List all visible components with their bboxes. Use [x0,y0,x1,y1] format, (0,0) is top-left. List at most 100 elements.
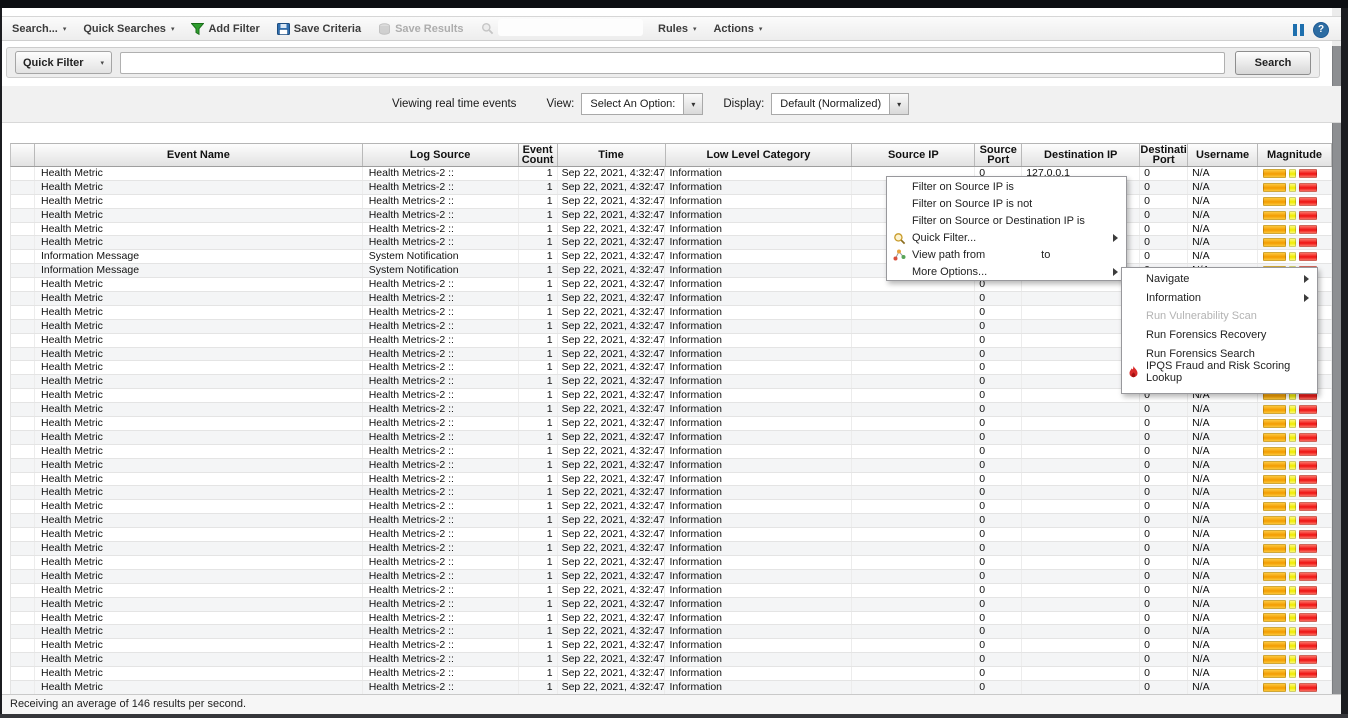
display-select[interactable]: Default (Normalized) ▾ [771,93,909,115]
chevron-down-icon[interactable]: ▾ [889,94,908,114]
cell-source_ip [852,625,975,638]
menu-item-navigate[interactable]: Navigate [1122,270,1317,289]
menu-item-label: Navigate [1146,273,1189,285]
table-row[interactable]: Health MetricHealth Metrics-2 ::1Sep 22,… [11,431,1332,445]
table-row[interactable]: Health MetricHealth Metrics-2 ::1Sep 22,… [11,445,1332,459]
table-row[interactable]: Health MetricHealth Metrics-2 ::1Sep 22,… [11,223,1332,237]
column-header-low_level_category[interactable]: Low Level Category [666,144,853,166]
toolbar-item-quick-searches[interactable]: Quick Searches▾ [83,23,174,35]
table-row[interactable]: Health MetricHealth Metrics-2 ::1Sep 22,… [11,639,1332,653]
cell-destination_port: 0 [1140,639,1188,652]
table-row[interactable]: Health MetricHealth Metrics-2 ::1Sep 22,… [11,195,1332,209]
table-row[interactable]: Health MetricHealth Metrics-2 ::1Sep 22,… [11,612,1332,626]
cell-sel [11,236,35,249]
cell-time: Sep 22, 2021, 4:32:47 PM [558,403,666,416]
table-row[interactable]: Health MetricHealth Metrics-2 ::1Sep 22,… [11,542,1332,556]
column-header-time[interactable]: Time [558,144,666,166]
cell-sel [11,403,35,416]
cell-event_count: 1 [519,598,558,611]
search-button[interactable]: Search [1235,51,1311,75]
table-row[interactable]: Health MetricHealth Metrics-2 ::1Sep 22,… [11,625,1332,639]
view-select[interactable]: Select An Option: ▾ [581,93,703,115]
table-row[interactable]: Health MetricHealth Metrics-2 ::1Sep 22,… [11,167,1332,181]
magnitude-bar [1299,405,1317,414]
filter-input[interactable] [120,52,1225,74]
cell-source_port: 0 [975,570,1022,583]
toolbar-item-actions[interactable]: Actions▾ [713,23,762,35]
column-header-username[interactable]: Username [1188,144,1258,166]
column-header-source_ip[interactable]: Source IP [852,144,975,166]
menu-item-quick-filter[interactable]: Quick Filter... [887,230,1126,247]
cell-low_level_category: Information [665,556,852,569]
table-row[interactable]: Health MetricHealth Metrics-2 ::1Sep 22,… [11,181,1332,195]
cell-destination_port: 0 [1140,459,1188,472]
table-row[interactable]: Health MetricHealth Metrics-2 ::1Sep 22,… [11,667,1332,681]
table-row[interactable]: Health MetricHealth Metrics-2 ::1Sep 22,… [11,556,1332,570]
cell-event_name: Information Message [35,264,363,277]
cell-source_ip [852,320,975,333]
cell-log_source: Health Metrics-2 :: [363,612,519,625]
toolbar-item-save-criteria[interactable]: Save Criteria [277,23,361,35]
table-row[interactable]: Health MetricHealth Metrics-2 ::1Sep 22,… [11,459,1332,473]
cell-log_source: Health Metrics-2 :: [363,556,519,569]
table-row[interactable]: Health MetricHealth Metrics-2 ::1Sep 22,… [11,486,1332,500]
cell-destination_ip [1022,486,1140,499]
column-header-sel [11,144,35,166]
cell-magnitude [1258,653,1332,666]
table-row[interactable]: Health MetricHealth Metrics-2 ::1Sep 22,… [11,584,1332,598]
table-row[interactable]: Health MetricHealth Metrics-2 ::1Sep 22,… [11,653,1332,667]
filter-mode-select[interactable]: Quick Filter ▾ [15,51,112,74]
table-row[interactable]: Health MetricHealth Metrics-2 ::1Sep 22,… [11,209,1332,223]
cell-time: Sep 22, 2021, 4:32:47 PM [558,612,666,625]
magnitude-bar [1263,572,1286,581]
cell-event_count: 1 [519,306,558,319]
column-header-destination_ip[interactable]: Destination IP [1022,144,1140,166]
table-row[interactable]: Health MetricHealth Metrics-2 ::1Sep 22,… [11,236,1332,250]
column-header-log_source[interactable]: Log Source [363,144,519,166]
column-header-event_name[interactable]: Event Name [35,144,363,166]
cell-source_ip [852,584,975,597]
cell-sel [11,542,35,555]
cell-destination_port: 0 [1140,556,1188,569]
table-row[interactable]: Health MetricHealth Metrics-2 ::1Sep 22,… [11,500,1332,514]
cell-destination_ip [1022,639,1140,652]
menu-item-filter-on-source-or-destination-ip-is[interactable]: Filter on Source or Destination IP is [887,213,1126,230]
menu-item-run-forensics-recovery[interactable]: Run Forensics Recovery [1122,326,1317,345]
menu-item-more-options[interactable]: More Options... [887,263,1126,280]
table-row[interactable]: Health MetricHealth Metrics-2 ::1Sep 22,… [11,598,1332,612]
table-row[interactable]: Health MetricHealth Metrics-2 ::1Sep 22,… [11,570,1332,584]
toolbar-item-rules[interactable]: Rules▾ [658,23,696,35]
chevron-down-icon[interactable]: ▾ [683,94,702,114]
menu-item-filter-on-source-ip-is[interactable]: Filter on Source IP is [887,179,1126,196]
cell-source_port: 0 [975,681,1022,694]
menu-item-ipqs-fraud-and-risk-scoring-lookup[interactable]: IPQS Fraud and Risk Scoring Lookup [1122,363,1317,382]
cell-log_source: Health Metrics-2 :: [363,514,519,527]
table-row[interactable]: Information MessageSystem Notification1S… [11,250,1332,264]
cell-log_source: Health Metrics-2 :: [363,236,519,249]
scrollbar-thumb[interactable] [1332,46,1341,714]
menu-item-filter-on-source-ip-is-not[interactable]: Filter on Source IP is not [887,196,1126,213]
table-row[interactable]: Health MetricHealth Metrics-2 ::1Sep 22,… [11,528,1332,542]
column-header-magnitude[interactable]: Magnitude [1258,144,1332,166]
column-header-source_port[interactable]: SourcePort [975,144,1022,166]
menu-item-information[interactable]: Information [1122,289,1317,308]
toolbar-item-search[interactable]: Search...▾ [12,23,66,35]
table-row[interactable]: Health MetricHealth Metrics-2 ::1Sep 22,… [11,681,1332,695]
table-row[interactable]: Health MetricHealth Metrics-2 ::1Sep 22,… [11,417,1332,431]
magnitude-bar [1263,475,1286,484]
cell-event_name: Health Metric [35,361,363,374]
magnitude-bar [1289,544,1296,553]
cell-time: Sep 22, 2021, 4:32:47 PM [558,584,666,597]
menu-item-view-path-from[interactable]: View path fromto [887,247,1126,264]
column-header-event_count[interactable]: EventCount [519,144,558,166]
column-header-destination_port[interactable]: DestinatiPort [1140,144,1188,166]
help-icon[interactable]: ? [1313,22,1329,38]
cell-event_name: Health Metric [35,181,363,194]
pause-icon[interactable] [1293,24,1304,36]
cell-source_ip [852,348,975,361]
table-row[interactable]: Health MetricHealth Metrics-2 ::1Sep 22,… [11,473,1332,487]
cell-event_count: 1 [519,431,558,444]
table-row[interactable]: Health MetricHealth Metrics-2 ::1Sep 22,… [11,403,1332,417]
toolbar-item-add-filter[interactable]: Add Filter [191,23,259,35]
table-row[interactable]: Health MetricHealth Metrics-2 ::1Sep 22,… [11,514,1332,528]
